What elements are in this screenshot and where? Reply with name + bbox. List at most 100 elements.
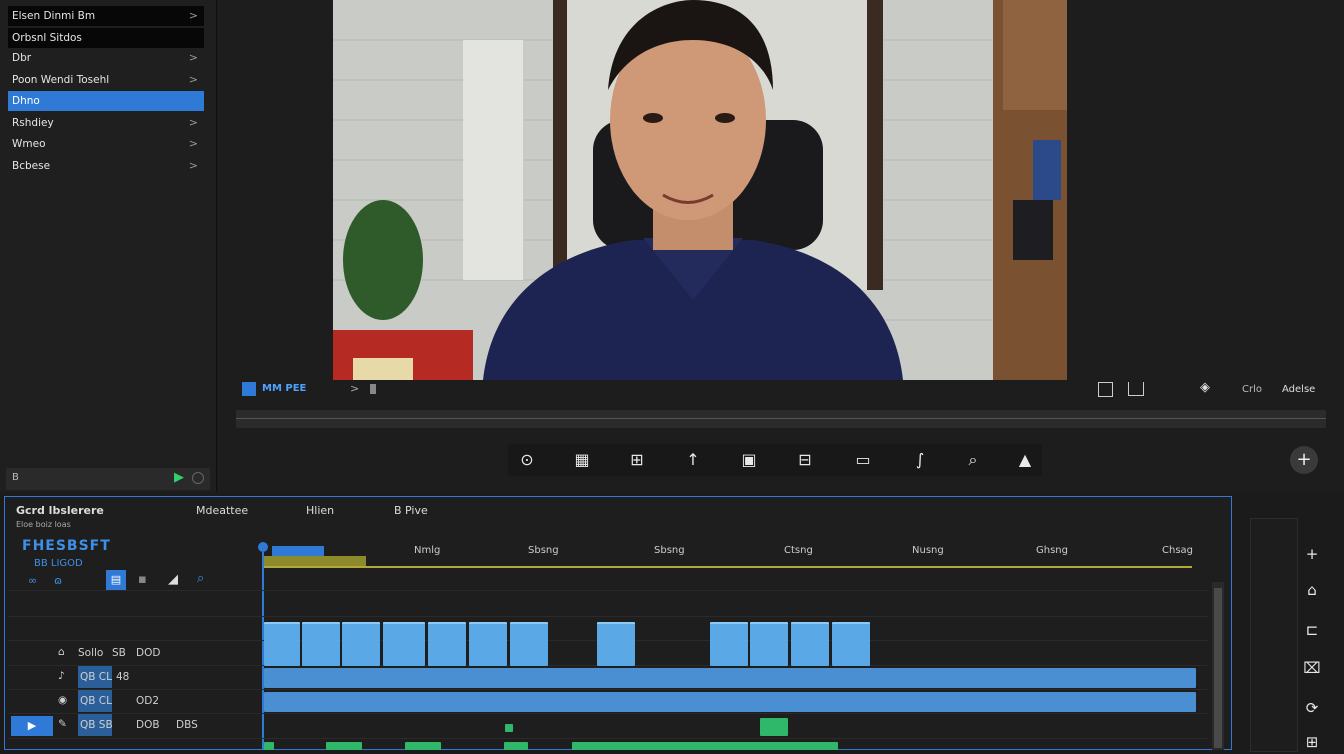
scrollbar-thumb[interactable] <box>1214 588 1222 748</box>
sidebar-item-5[interactable]: Rshdiey > <box>8 113 204 133</box>
pin-icon[interactable]: ⊙ <box>512 446 542 474</box>
video-clip[interactable] <box>469 622 507 666</box>
fullscreen-icon[interactable] <box>1098 382 1113 397</box>
loop-icon[interactable] <box>192 472 204 484</box>
track-divider <box>8 689 1208 690</box>
crop-icon[interactable] <box>1128 382 1144 396</box>
video-clip[interactable] <box>302 622 340 666</box>
tab-main[interactable]: Gcrd lbslerere <box>16 504 104 517</box>
select-tool-icon[interactable]: ▤ <box>106 570 126 590</box>
effect-clip[interactable] <box>760 718 788 736</box>
video-clip[interactable] <box>597 622 635 666</box>
track-row[interactable]: ♪ QB CL 48 <box>8 666 258 690</box>
chevron-right-icon[interactable]: > <box>350 382 359 395</box>
add-button[interactable]: + <box>1290 446 1318 474</box>
timeline-duration: BB LIGOD <box>34 558 83 569</box>
effect-clip[interactable] <box>326 742 362 750</box>
chevron-right-icon: > <box>188 51 198 64</box>
footer-label: B <box>12 472 19 483</box>
frame-icon[interactable]: ▣ <box>734 446 764 474</box>
video-preview[interactable] <box>333 0 1067 380</box>
ruler-label: Ghsng <box>1036 545 1068 556</box>
effects-sidebar: Elsen Dinmi Bm > Orbsnl Sitdos Dbr > Poon … <box>0 0 217 492</box>
playhead-handle[interactable] <box>258 542 268 552</box>
ruler-label: Sbsng <box>654 545 685 556</box>
arrow-up-icon[interactable]: ↑ <box>678 446 708 474</box>
track-value: DOB <box>136 719 160 731</box>
snap-icon[interactable]: ɷ <box>54 574 62 587</box>
aspect-icon[interactable]: ◈ <box>1200 380 1210 395</box>
marker-icon[interactable]: ⌂ <box>1300 578 1324 602</box>
track-value: 48 <box>116 671 130 683</box>
sidebar-item-3[interactable]: Poon Wendi Tosehl > <box>8 70 204 90</box>
sidebar-item-0[interactable]: Elsen Dinmi Bm > <box>8 6 204 26</box>
video-clip[interactable] <box>510 622 548 666</box>
track-row[interactable]: ⌂ Sollo SB DOD <box>8 642 258 666</box>
effect-clip[interactable] <box>504 742 528 750</box>
curve-icon[interactable]: ∫ <box>905 446 935 474</box>
video-clip[interactable] <box>342 622 380 666</box>
sidebar-item-6[interactable]: Wmeo > <box>8 134 204 154</box>
cart-icon[interactable]: ⊞ <box>622 446 652 474</box>
video-clip[interactable] <box>383 622 425 666</box>
add-track-icon[interactable]: + <box>1300 542 1324 566</box>
video-clip[interactable] <box>832 622 870 666</box>
sidebar-item-2[interactable]: Dbr > <box>8 48 204 68</box>
effect-clip[interactable] <box>572 742 838 750</box>
zoom-icon[interactable]: ⌕ <box>958 446 988 474</box>
chevron-right-icon: > <box>188 9 198 22</box>
clip-icon[interactable]: ⌧ <box>1300 656 1324 680</box>
marker-icon[interactable] <box>370 384 376 394</box>
right-tool-panel <box>1250 518 1298 752</box>
track-value: QB SB <box>80 719 113 731</box>
track-toggle-icon[interactable]: ▶ <box>11 716 53 736</box>
ruler-label: Sbsng <box>528 545 559 556</box>
tab-preview[interactable]: B Pive <box>394 504 428 517</box>
scrubber-line <box>236 418 1326 419</box>
caption-icon[interactable]: ▭ <box>848 446 878 474</box>
lock-icon[interactable]: ▪ <box>138 572 147 587</box>
ruler-label: Nusng <box>912 545 944 556</box>
sidebar-item-label: Dhno <box>12 95 40 107</box>
split-icon[interactable]: ⊟ <box>790 446 820 474</box>
timeline-scrollbar[interactable] <box>1212 582 1224 750</box>
chevron-right-icon: > <box>188 137 198 150</box>
chevron-right-icon: > <box>188 116 198 129</box>
play-icon[interactable]: ▶ <box>174 470 184 485</box>
video-clip[interactable] <box>710 622 748 666</box>
sidebar-item-label: Poon Wendi Tosehl <box>12 74 110 86</box>
mask-icon[interactable]: ▲ <box>1010 446 1040 474</box>
ratio-label[interactable]: Adelse <box>1282 384 1315 395</box>
video-clip[interactable] <box>791 622 829 666</box>
magnet-icon[interactable]: ◢ <box>168 572 178 587</box>
sidebar-item-1[interactable]: Orbsnl Sitdos <box>8 28 204 48</box>
tab-filter[interactable]: Hlien <box>306 504 334 517</box>
trim-icon[interactable]: ⊏ <box>1300 618 1324 642</box>
track-row[interactable]: ▶ ✎ QB SB DOB DBS <box>8 714 258 738</box>
video-clip[interactable] <box>264 622 300 666</box>
timecode-display[interactable]: MM PEE <box>240 380 310 400</box>
track-divider <box>8 713 1208 714</box>
export-icon[interactable]: ⊞ <box>1300 730 1324 754</box>
zoom-icon[interactable]: ⌕ <box>197 571 204 586</box>
quality-label[interactable]: Crlo <box>1242 384 1262 395</box>
audio-clip[interactable] <box>264 692 1196 712</box>
sidebar-item-7[interactable]: Bcbese > <box>8 156 204 176</box>
tab-media[interactable]: Mdeattee <box>196 504 248 517</box>
track-value: DBS <box>176 719 198 731</box>
marker-group[interactable] <box>272 546 324 556</box>
grid-icon[interactable]: ▦ <box>567 446 597 474</box>
effect-clip[interactable] <box>505 724 513 732</box>
track-row[interactable]: ◉ QB CL OD2 <box>8 690 258 714</box>
sidebar-item-4[interactable]: Dhno <box>8 91 204 111</box>
loop-icon[interactable]: ⟳ <box>1300 696 1324 720</box>
effect-clip[interactable] <box>405 742 441 750</box>
link-icon[interactable]: ∞ <box>28 574 37 587</box>
video-clip[interactable] <box>750 622 788 666</box>
audio-clip[interactable] <box>264 668 1196 688</box>
track-value: SB <box>112 647 126 659</box>
effect-clip[interactable] <box>264 742 274 750</box>
preview-scrubber[interactable] <box>236 410 1326 428</box>
track-icon: ⌂ <box>58 646 65 658</box>
video-clip[interactable] <box>428 622 466 666</box>
